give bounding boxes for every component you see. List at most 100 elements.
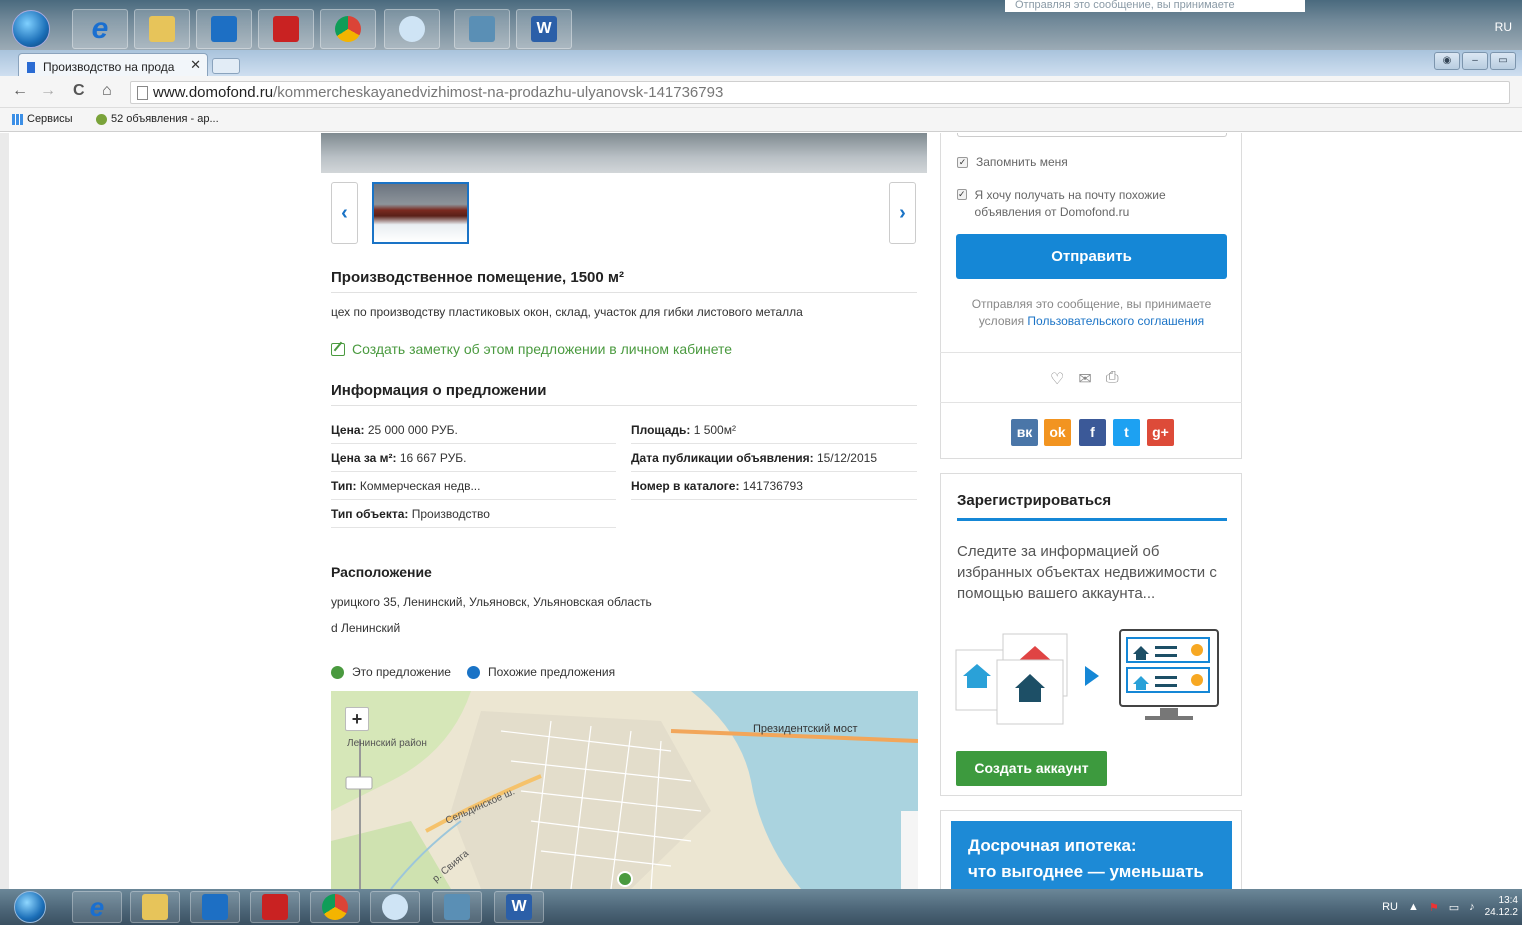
create-account-button[interactable]: Создать аккаунт: [956, 751, 1107, 786]
reload-icon[interactable]: C: [73, 82, 85, 100]
create-note-label: Создать заметку об этом предложении в ли…: [352, 341, 733, 357]
chevron-left-icon: ‹: [341, 201, 348, 224]
language-indicator[interactable]: RU: [1382, 901, 1398, 913]
browser-tab[interactable]: Производство на прода ✕: [18, 53, 208, 76]
info-price-per-m2: Цена за м²: 16 667 РУБ.: [331, 444, 616, 472]
maximize-icon[interactable]: ▭: [1490, 52, 1516, 70]
info-type: Тип: Коммерческая недв...: [331, 472, 616, 500]
info-heading: Информация о предложении: [331, 382, 547, 399]
checkbox-checked-icon: ✓: [957, 157, 968, 168]
map-canvas: [331, 691, 918, 889]
paint-icon[interactable]: [384, 9, 440, 49]
info-value: 1 500м²: [690, 423, 736, 437]
action-icons: ♡ ✉ ⎙: [1050, 369, 1119, 389]
checkbox-checked-icon: ✓: [957, 189, 967, 200]
media-player-icon[interactable]: [196, 9, 252, 49]
googleplus-share-button[interactable]: g+: [1147, 419, 1174, 446]
promo-banner[interactable]: Досрочная ипотека: что выгоднее — уменьш…: [951, 821, 1232, 889]
network-icon[interactable]: ▭: [1449, 901, 1459, 914]
explorer-icon[interactable]: [134, 9, 190, 49]
location-heading: Расположение: [331, 564, 432, 580]
gallery-thumbnail[interactable]: [372, 182, 469, 244]
register-illustration: [955, 629, 1219, 725]
address-bar[interactable]: www.domofond.ru/kommercheskayanedvizhimo…: [130, 81, 1510, 104]
start-orb-icon[interactable]: [12, 10, 50, 48]
twitter-share-button[interactable]: t: [1113, 419, 1140, 446]
zoom-in-button[interactable]: +: [345, 707, 369, 731]
clock[interactable]: 13:4 24.12.2: [1485, 895, 1518, 919]
acrobat-icon[interactable]: [258, 9, 314, 49]
promo-line-2: что выгоднее — уменьшать: [968, 862, 1204, 881]
map-legend: Это предложение Похожие предложения: [331, 665, 615, 679]
ok-share-button[interactable]: ok: [1044, 419, 1071, 446]
minimize-icon[interactable]: –: [1462, 52, 1488, 70]
photo-viewer-icon[interactable]: [454, 9, 510, 49]
map-label-bridge: Президентский мост: [753, 723, 858, 735]
info-area: Площадь: 1 500м²: [631, 416, 917, 444]
vk-share-button[interactable]: вк: [1011, 419, 1038, 446]
page-icon: [137, 86, 148, 100]
send-button[interactable]: Отправить: [956, 234, 1227, 279]
bookmark-label: 52 объявления - ар...: [111, 113, 219, 125]
show-hidden-icon[interactable]: ▲: [1408, 901, 1419, 913]
taskbar-ie-icon[interactable]: e: [72, 891, 122, 923]
taskbar-chrome-icon[interactable]: [310, 891, 360, 923]
location-map[interactable]: + Ленинский район Президентский мост Сел…: [331, 691, 918, 889]
edit-icon: [331, 342, 345, 356]
taskbar-acrobat-icon[interactable]: [250, 891, 300, 923]
divider: [331, 292, 917, 293]
taskbar-media-icon[interactable]: [190, 891, 240, 923]
mail-icon[interactable]: ✉: [1078, 369, 1091, 389]
district-text: d Ленинский: [331, 621, 401, 635]
action-center-flag-icon[interactable]: ⚑: [1429, 901, 1439, 914]
remember-me-label: Запомнить меня: [976, 155, 1068, 169]
tray-lang[interactable]: RU: [1495, 20, 1512, 34]
password-field[interactable]: [957, 133, 1227, 137]
bookmark-services[interactable]: Сервисы: [12, 113, 73, 125]
navigation-bar: ← → C ⌂ www.domofond.ru/kommercheskayane…: [0, 76, 1522, 108]
info-catalog-number: Номер в каталоге: 141736793: [631, 472, 917, 500]
info-value: 141736793: [739, 479, 803, 493]
subscribe-checkbox[interactable]: ✓ Я хочу получать на почту похожие объяв…: [957, 187, 1217, 221]
tab-close-icon[interactable]: ✕: [190, 57, 201, 73]
info-value: 25 000 000 РУБ.: [364, 423, 458, 437]
main-photo[interactable]: [321, 133, 927, 173]
chrome-icon[interactable]: [320, 9, 376, 49]
volume-icon[interactable]: ♪: [1469, 901, 1475, 913]
taskbar-explorer-icon[interactable]: [130, 891, 180, 923]
forward-icon[interactable]: →: [40, 82, 56, 100]
ghost-page-text: Отправляя это сообщение, вы принимаете: [1005, 0, 1305, 12]
gallery-prev-button[interactable]: ‹: [331, 182, 358, 244]
legend-this: Это предложение: [352, 665, 451, 679]
user-icon[interactable]: ◉: [1434, 52, 1460, 70]
home-icon[interactable]: ⌂: [102, 82, 112, 100]
info-value: Коммерческая недв...: [356, 479, 481, 493]
taskbar-photo-icon[interactable]: [432, 891, 482, 923]
word-icon[interactable]: W: [516, 9, 572, 49]
info-value: 16 667 РУБ.: [396, 451, 467, 465]
tab-title: Производство на прода: [43, 60, 175, 74]
tab-strip: Производство на прода ✕ ◉ – ▭: [0, 50, 1522, 76]
create-note-link[interactable]: Создать заметку об этом предложении в ли…: [331, 341, 732, 357]
info-label: Тип:: [331, 479, 357, 493]
register-text: Следите за информацией об избранных объе…: [957, 543, 1217, 602]
info-price: Цена: 25 000 000 РУБ.: [331, 416, 616, 444]
bookmark-listings[interactable]: 52 объявления - ар...: [96, 113, 219, 125]
taskbar-paint-icon[interactable]: [370, 891, 420, 923]
info-label: Цена:: [331, 423, 365, 437]
ie-icon[interactable]: e: [72, 9, 128, 49]
terms-link[interactable]: Пользовательского соглашения: [1027, 314, 1204, 328]
promo-line-1: Досрочная ипотека:: [968, 836, 1137, 855]
info-value: 15/12/2015: [813, 451, 878, 465]
facebook-share-button[interactable]: f: [1079, 419, 1106, 446]
remember-me-checkbox[interactable]: ✓ Запомнить меня: [957, 155, 1068, 169]
listing-title: Производственное помещение, 1500 м²: [331, 269, 624, 286]
taskbar-word-icon[interactable]: W: [494, 891, 544, 923]
back-icon[interactable]: ←: [12, 82, 28, 100]
gallery-next-button[interactable]: ›: [889, 182, 916, 244]
dislike-icon[interactable]: ♡: [1050, 369, 1064, 389]
print-icon[interactable]: ⎙: [1106, 369, 1119, 389]
url-path: /kommercheskayanedvizhimost-na-prodazhu-…: [273, 84, 724, 101]
new-tab-button[interactable]: [212, 58, 240, 74]
start-button-icon[interactable]: [14, 891, 46, 923]
